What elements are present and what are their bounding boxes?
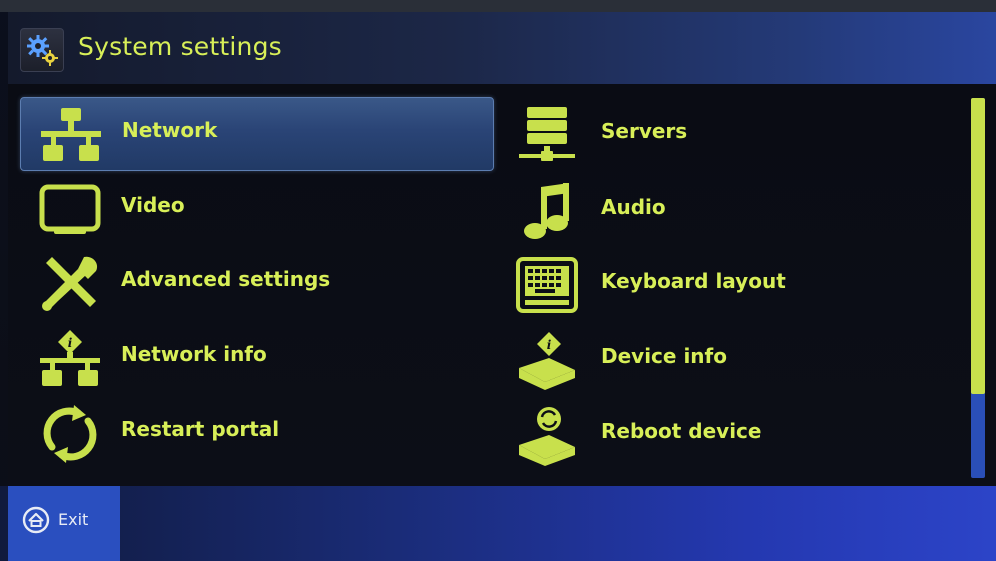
menu-item-network[interactable]: Network	[20, 97, 494, 171]
footer-bar: Exit	[0, 486, 996, 561]
keyboard-icon	[516, 257, 578, 313]
tools-icon	[42, 256, 98, 311]
home-circle-icon	[22, 506, 50, 534]
scrollbar[interactable]	[971, 98, 985, 478]
system-settings-screen: System settings Network Video Advanced s…	[0, 0, 996, 561]
menu-item-restart-portal[interactable]: Restart portal	[20, 397, 494, 471]
network-icon	[41, 108, 101, 161]
menu-label-network-info: Network info	[121, 342, 267, 366]
restart-icon	[43, 405, 97, 463]
network-info-icon: i	[40, 330, 100, 386]
exit-button[interactable]: Exit	[8, 486, 120, 561]
menu-item-video[interactable]: Video	[20, 173, 494, 247]
menu-label-reboot-device: Reboot device	[601, 419, 762, 443]
gears-icon	[20, 28, 64, 72]
menu-label-advanced-settings: Advanced settings	[121, 267, 331, 291]
menu-item-device-info[interactable]: i Device info	[500, 324, 970, 398]
servers-icon	[519, 107, 575, 161]
music-note-icon	[524, 183, 569, 239]
scrollbar-thumb[interactable]	[971, 98, 985, 394]
menu-label-restart-portal: Restart portal	[121, 417, 280, 441]
menu-item-reboot-device[interactable]: Reboot device	[500, 399, 970, 473]
menu-label-video: Video	[121, 193, 185, 217]
reboot-device-icon	[519, 407, 575, 466]
menu-item-audio[interactable]: Audio	[500, 175, 970, 249]
svg-text:i: i	[68, 336, 73, 350]
tv-bezel	[0, 0, 996, 12]
exit-label: Exit	[58, 510, 89, 529]
menu-item-servers[interactable]: Servers	[500, 99, 970, 173]
menu-item-keyboard-layout[interactable]: Keyboard layout	[500, 249, 970, 323]
menu-label-network: Network	[122, 118, 218, 142]
page-title: System settings	[78, 32, 282, 61]
monitor-icon	[39, 184, 101, 234]
settings-panel: Network Video Advanced settings i Networ…	[8, 84, 996, 486]
svg-text:i: i	[547, 338, 552, 352]
menu-item-network-info[interactable]: i Network info	[20, 322, 494, 396]
menu-label-servers: Servers	[601, 119, 688, 143]
menu-item-advanced-settings[interactable]: Advanced settings	[20, 247, 494, 321]
header-bar: System settings	[8, 12, 996, 84]
menu-label-keyboard-layout: Keyboard layout	[601, 269, 786, 293]
menu-label-device-info: Device info	[601, 344, 727, 368]
menu-label-audio: Audio	[601, 195, 666, 219]
device-info-icon: i	[519, 332, 575, 390]
